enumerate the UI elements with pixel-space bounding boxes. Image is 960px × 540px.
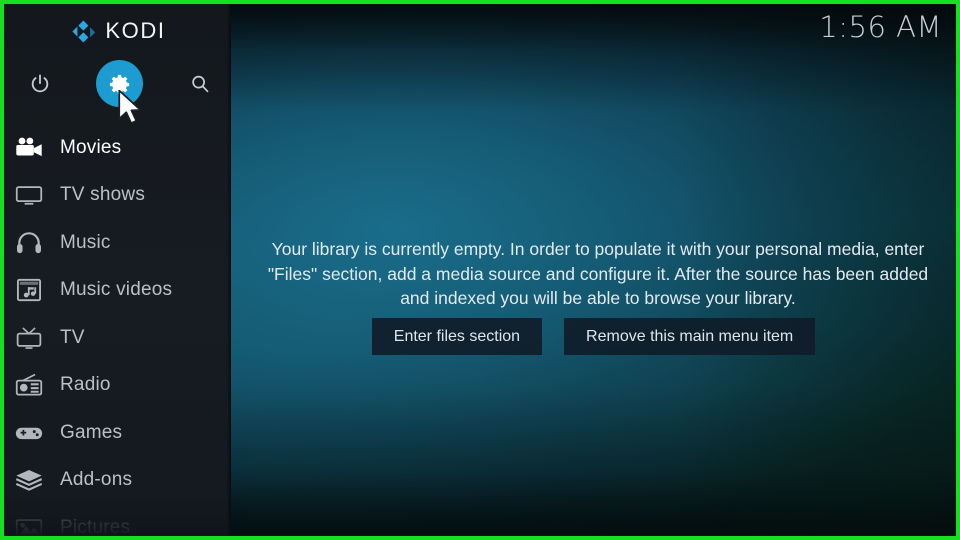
sidebar-item-label: Pictures — [60, 516, 131, 536]
sidebar-item-label: TV — [60, 326, 85, 348]
addon-box-icon — [14, 467, 44, 493]
kodi-window: 1:56 AM Your library is currently empty.… — [4, 4, 956, 536]
power-button[interactable] — [16, 60, 64, 108]
gear-icon — [109, 74, 129, 94]
sidebar-item-pictures[interactable]: Pictures — [4, 504, 231, 536]
screen-frame: 1:56 AM Your library is currently empty.… — [0, 0, 960, 540]
kodi-logo: KODI — [4, 14, 231, 48]
tv-antenna-icon — [14, 325, 44, 351]
sidebar-item-movies[interactable]: Movies — [4, 124, 231, 172]
picture-icon — [14, 515, 44, 536]
sidebar-item-label: Radio — [60, 374, 111, 396]
power-icon — [31, 74, 49, 93]
sidebar-item-label: Music videos — [60, 279, 173, 301]
kodi-logo-icon — [72, 20, 96, 42]
sidebar-item-label: Music — [60, 231, 111, 253]
radio-icon — [14, 372, 44, 398]
sidebar-item-add-ons[interactable]: Add-ons — [4, 457, 231, 505]
sidebar-menu: Movies TV shows Music Music videos TV Ra… — [4, 124, 231, 536]
sidebar-item-games[interactable]: Games — [4, 409, 231, 457]
clock: 1:56 AM — [819, 10, 942, 44]
sidebar-item-label: Games — [60, 421, 123, 443]
sidebar-item-label: TV shows — [60, 184, 146, 206]
empty-library-message: Your library is currently empty. In orde… — [267, 239, 929, 308]
gamepad-icon — [14, 420, 44, 446]
kodi-wordmark: KODI — [105, 18, 166, 43]
sidebar: KODI Movies TV shows Music Music videos … — [4, 4, 231, 536]
sidebar-item-label: Movies — [60, 136, 122, 158]
sidebar-item-tv[interactable]: TV — [4, 314, 231, 362]
sidebar-item-tv-shows[interactable]: TV shows — [4, 172, 231, 220]
music-film-icon — [14, 277, 44, 303]
remove-main-menu-item-button[interactable]: Remove this main menu item — [564, 318, 816, 355]
sidebar-item-label: Add-ons — [60, 469, 133, 491]
television-icon — [14, 182, 44, 208]
sidebar-item-music-videos[interactable]: Music videos — [4, 267, 231, 315]
headphones-icon — [14, 230, 44, 256]
settings-button[interactable] — [96, 60, 144, 108]
movie-camera-icon — [14, 135, 44, 161]
sidebar-edge-shadow — [227, 4, 231, 536]
sidebar-item-music[interactable]: Music — [4, 219, 231, 267]
search-icon — [192, 75, 209, 93]
header-icon-strip — [4, 60, 231, 108]
search-button[interactable] — [176, 60, 224, 108]
action-button-row: Enter files section Remove this main men… — [231, 318, 956, 355]
enter-files-section-button[interactable]: Enter files section — [371, 318, 543, 355]
sidebar-item-radio[interactable]: Radio — [4, 362, 231, 410]
